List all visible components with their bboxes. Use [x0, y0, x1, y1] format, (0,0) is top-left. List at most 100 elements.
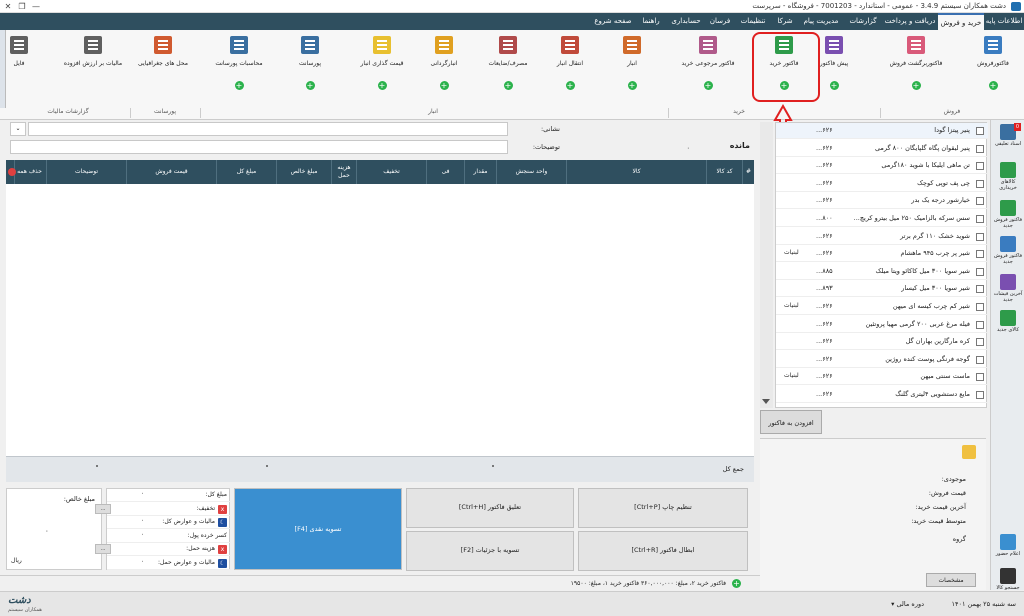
product-row[interactable]: شیر سویا ۳۰۰ میل کاکائو ویتا میلک ...۸۸۵ [776, 264, 988, 280]
menu-10[interactable]: صفحه شروع [590, 13, 636, 30]
product-row[interactable]: تن ماهی ایلیکا با شوید ۱۸۰گرمی ...۶۲۶ [776, 158, 988, 175]
product-checkbox[interactable] [976, 232, 984, 241]
close-window-button[interactable]: ✕ [2, 1, 14, 12]
settle-cash-button[interactable]: تسویه نقدی [F4] [234, 488, 402, 570]
product-checkbox[interactable] [976, 355, 984, 364]
details-button[interactable]: مشخصات [926, 573, 976, 587]
delete-all-icon[interactable] [8, 168, 16, 176]
ribbon-button-10[interactable]: پورسانت + [280, 34, 340, 94]
ribbon-button-7[interactable]: مصرف/ضایعات + [478, 34, 538, 94]
fiscal-period-selector[interactable]: دوره مالی ▾ [891, 600, 924, 608]
menu-6[interactable]: تنظیمات [734, 13, 772, 30]
tax-icon[interactable]: ☾ [218, 518, 227, 527]
ribbon-10-plus-icon[interactable]: + [305, 81, 315, 90]
tax-icon[interactable]: ☾ [218, 558, 227, 568]
ribbon-button-6[interactable]: انتقال انبار + [544, 34, 596, 94]
product-checkbox[interactable] [976, 127, 984, 135]
product-row[interactable]: پنیر پیتزا گودا ...۶۲۶ [776, 123, 988, 139]
minimize-window-button[interactable]: — [30, 1, 42, 12]
ribbon-6-plus-icon[interactable]: + [565, 81, 575, 90]
ribbon-button-0[interactable]: فاکتورفروش + [968, 34, 1018, 94]
product-row[interactable]: خیارشور درجه یک بدر ...۶۲۶ [776, 193, 988, 210]
sidebar-item-5[interactable]: کالای جدید [993, 308, 1023, 346]
product-checkbox[interactable] [976, 320, 984, 329]
scroll-down-icon[interactable] [762, 399, 770, 404]
product-row[interactable]: پنیر لیقوان پگاه گلپایگان ۸۰۰ گرمی ...۶۲۶ [776, 141, 988, 157]
sidebar-item-1[interactable]: کالاهای خریداری [993, 160, 1023, 198]
ribbon-button-4[interactable]: فاکتور مرجوعی خرید + [668, 34, 748, 94]
product-checkbox[interactable] [976, 179, 984, 188]
grid-header-12[interactable]: حذف همه [14, 160, 44, 184]
ribbon-7-plus-icon[interactable]: + [503, 81, 513, 90]
product-checkbox[interactable] [976, 197, 984, 206]
summary-row-1-value[interactable]: ... [95, 503, 111, 514]
product-row[interactable]: مایع دستشویی ۴لیتری گلنگ ...۶۲۶ [776, 387, 988, 403]
menu-2[interactable]: دریافت و پرداخت [882, 13, 938, 30]
remove-icon[interactable]: x [218, 545, 227, 554]
add-status-icon[interactable]: + [732, 579, 741, 588]
sidebar-item-3[interactable]: فاکتور فروش جدید [993, 234, 1023, 272]
remove-icon[interactable]: x [218, 504, 227, 514]
summary-row-4-value[interactable]: ... [95, 544, 111, 554]
product-row[interactable]: شیر کم چرب کیسه ای میهن ...۶۲۶ لبنیات [776, 299, 988, 315]
ribbon-9-plus-icon[interactable]: + [377, 81, 387, 90]
product-checkbox[interactable] [976, 338, 984, 347]
ribbon-button-14[interactable]: فایل [4, 34, 34, 94]
menu-9[interactable]: راهنما [636, 13, 666, 30]
product-row[interactable]: گوجه فرنگی پوست کنده روژین ...۶۲۶ [776, 352, 988, 368]
product-checkbox[interactable] [976, 215, 984, 223]
product-checkbox[interactable] [976, 250, 984, 259]
product-row[interactable]: فیله مرغ عربی ۲۰۰ گرمی مهیا پروتئین ...۶۲… [776, 317, 988, 333]
ribbon-8-plus-icon[interactable]: + [439, 81, 449, 90]
restore-window-button[interactable]: ❐ [16, 1, 28, 12]
print-settings-button[interactable]: تنظیم چاپ [Ctrl+P] [578, 488, 748, 528]
cancel-invoice-button[interactable]: ابطال فاکتور [Ctrl+R] [578, 531, 748, 571]
product-list-scrollbar[interactable] [760, 122, 773, 408]
ribbon-0-plus-icon[interactable]: + [988, 81, 998, 90]
product-row[interactable]: شوید خشک ۱۱۰ گرم برتر ...۶۲۶ [776, 229, 988, 245]
menu-8[interactable]: حسابداری [666, 13, 706, 30]
product-row[interactable]: شیر سویا ۳۰۰ میل کیسار ...۸۹۳ [776, 281, 988, 298]
ribbon-5-plus-icon[interactable]: + [627, 81, 637, 90]
ribbon-1-plus-icon[interactable]: + [911, 81, 921, 90]
address-dropdown[interactable]: ⌄ [10, 122, 26, 136]
invoice-grid-body[interactable] [6, 184, 754, 456]
menu-4[interactable]: مدیریت پیام [798, 13, 844, 30]
product-checkbox[interactable] [976, 373, 984, 382]
address-input[interactable] [28, 122, 508, 136]
menu-0[interactable]: اطلاعات پایه [984, 13, 1024, 30]
product-checkbox[interactable] [976, 303, 984, 311]
product-row[interactable]: کره مارگارین بهاران گل ...۶۲۶ [776, 334, 988, 351]
description-input[interactable] [10, 140, 508, 154]
ribbon-button-9[interactable]: قیمت گذاری انبار + [350, 34, 414, 94]
add-to-invoice-button[interactable]: افزودن به فاکتور [760, 410, 822, 434]
ribbon-2-plus-icon[interactable]: + [829, 81, 839, 90]
ribbon-button-8[interactable]: انبارگردانی + [416, 34, 472, 94]
ribbon-button-5[interactable]: انبار + [606, 34, 658, 94]
product-checkbox[interactable] [976, 267, 984, 276]
sidebar-item-4[interactable]: آخرین فیشات جدید [993, 272, 1023, 310]
ribbon-button-1[interactable]: فاکتوربرگشت فروش + [878, 34, 954, 94]
ribbon-button-13[interactable]: مالیات بر ارزش افزوده [58, 34, 128, 94]
ribbon-4-plus-icon[interactable]: + [703, 81, 713, 90]
menu-1[interactable]: خرید و فروش [938, 13, 984, 30]
sidebar-item-2[interactable]: فاکتور فروش جدید [993, 198, 1023, 236]
ribbon-11-plus-icon[interactable]: + [234, 81, 244, 90]
ribbon-button-12[interactable]: محل های جغرافیایی [130, 34, 196, 94]
product-row[interactable]: سس سرکه بالزامیک ۲۵۰ میل بیترو کریچ.....… [776, 211, 988, 227]
ribbon-button-11[interactable]: محاسبات پورسانت + [200, 34, 278, 94]
product-row[interactable]: ماست سنتی میهن ...۶۲۶ لبنیات [776, 369, 988, 386]
recent-invoices-text[interactable]: فاکتور خرید ۲، مبلغ: ۳۶۰,۰۰۰,۰۰۰ فاکتور … [520, 580, 726, 587]
sidebar-item-6[interactable]: اعلام حضور [993, 532, 1023, 570]
product-checkbox[interactable] [976, 144, 984, 153]
settle-detail-button[interactable]: تسویه با جزئیات [F2] [406, 531, 574, 571]
product-row[interactable]: شیر پر چرب ۹۴۵ ماهشام ...۶۲۶ لبنیات [776, 246, 988, 263]
product-checkbox[interactable] [976, 285, 984, 294]
product-checkbox[interactable] [976, 162, 984, 171]
menu-5[interactable]: شرکا [772, 13, 798, 30]
menu-7[interactable]: فرسان [706, 13, 734, 30]
product-row[interactable]: چی پف توپی کوچک ...۶۲۶ [776, 176, 988, 192]
product-checkbox[interactable] [976, 391, 984, 399]
menu-3[interactable]: گزارشات [844, 13, 882, 30]
suspend-invoice-button[interactable]: تعلیق فاکتور [Ctrl+H] [406, 488, 574, 528]
